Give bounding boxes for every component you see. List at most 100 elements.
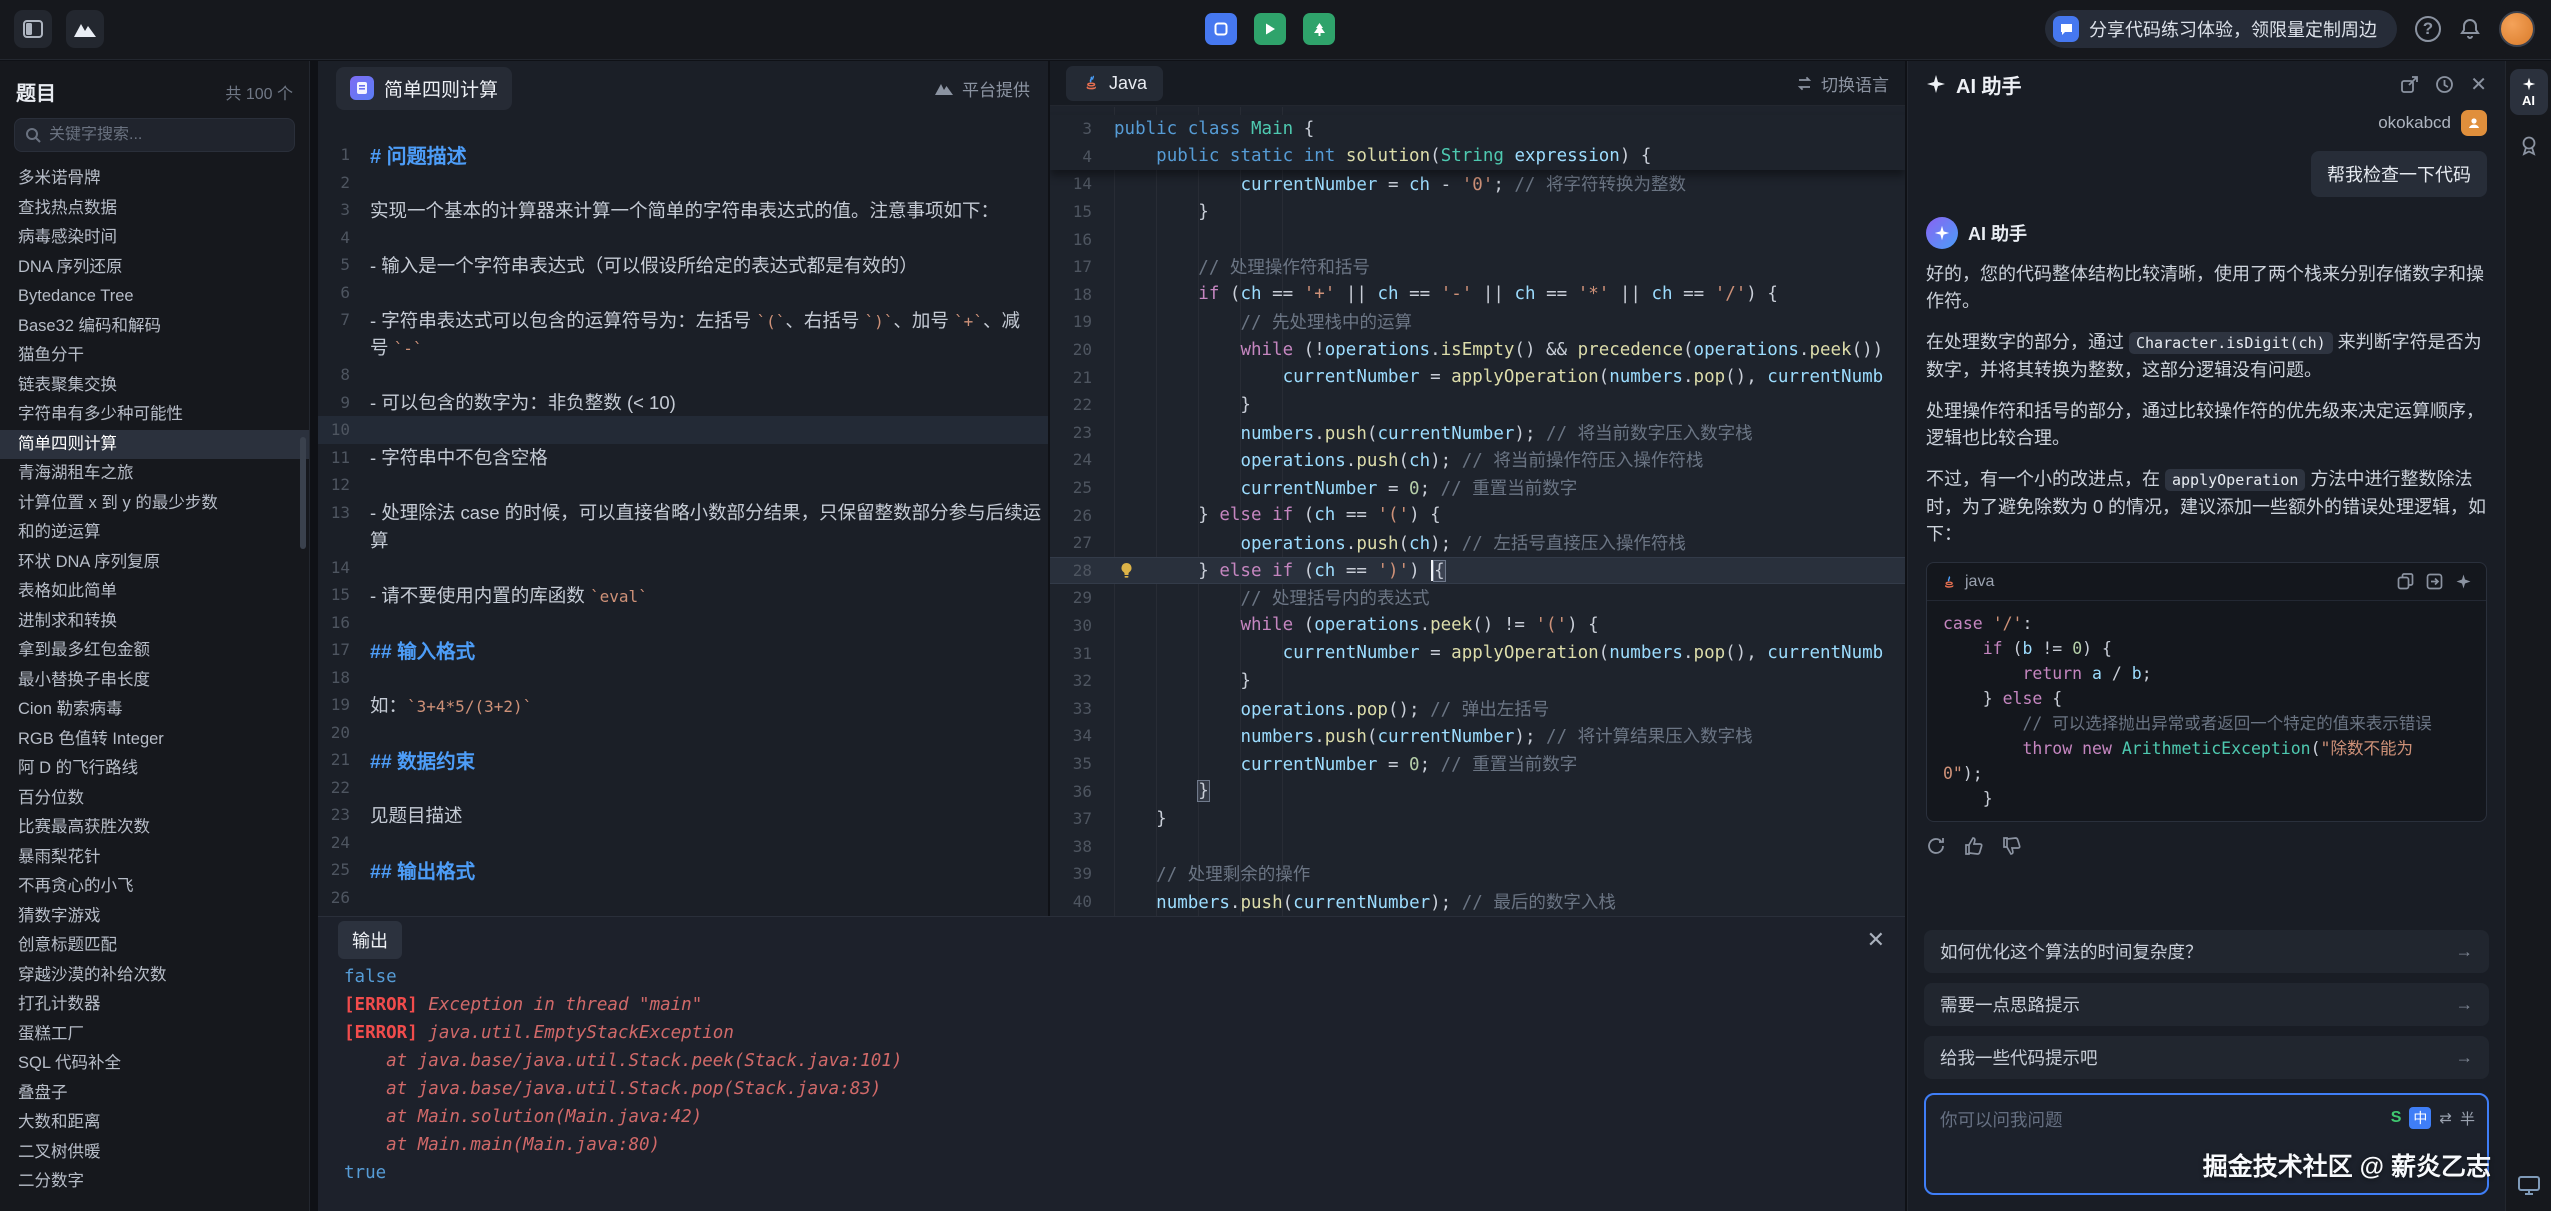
code-line[interactable]: 25 currentNumber = 0; // 重置当前数字 <box>1050 474 1905 502</box>
sidebar-item[interactable]: 二叉树供暖 <box>0 1138 309 1168</box>
code-line[interactable]: 23 numbers.push(currentNumber); // 将当前数字… <box>1050 419 1905 447</box>
sidebar-scrollbar[interactable] <box>300 437 306 549</box>
help-button[interactable]: ? <box>2415 16 2441 42</box>
share-icon[interactable] <box>2400 75 2419 94</box>
code-line[interactable]: 24 operations.push(ch); // 将当前操作符压入操作符栈 <box>1050 446 1905 474</box>
code-line[interactable]: 32 } <box>1050 667 1905 695</box>
monitor-icon[interactable] <box>2517 1173 2541 1197</box>
code-line[interactable]: 22 } <box>1050 391 1905 419</box>
code-line[interactable]: 40 numbers.push(currentNumber); // 最后的数字… <box>1050 888 1905 916</box>
sidebar-item[interactable]: Cion 勒索病毒 <box>0 695 309 725</box>
sidebar-item[interactable]: 表格如此简单 <box>0 577 309 607</box>
code-line[interactable]: 19 // 先处理栈中的运算 <box>1050 308 1905 336</box>
code-line[interactable]: 4 public static int solution(String expr… <box>1050 143 1905 171</box>
code-line: case '/': <box>1943 611 2470 636</box>
sidebar-item[interactable]: 猫鱼分干 <box>0 341 309 371</box>
search-box[interactable] <box>14 118 295 152</box>
sidebar-item[interactable]: 简单四则计算 <box>0 430 309 460</box>
insert-code-icon[interactable] <box>2426 573 2443 590</box>
sidebar-toggle-button[interactable] <box>14 10 52 48</box>
ai-assistant-toggle[interactable]: AI <box>2510 69 2548 115</box>
sidebar-item[interactable]: 最小替换子串长度 <box>0 666 309 696</box>
sidebar-item[interactable]: 病毒感染时间 <box>0 223 309 253</box>
sidebar-item[interactable]: 二分数字 <box>0 1167 309 1197</box>
code-line[interactable]: 29 // 处理括号内的表达式 <box>1050 584 1905 612</box>
code-line[interactable]: 3public class Main { <box>1050 115 1905 143</box>
code-line[interactable]: 37 } <box>1050 805 1905 833</box>
console-tab-output[interactable]: 输出 <box>338 921 402 959</box>
code-line[interactable]: 15 } <box>1050 198 1905 226</box>
code-line[interactable]: 16 <box>1050 225 1905 253</box>
code-line[interactable]: 28 } else if (ch == ')') { <box>1050 557 1905 585</box>
lightbulb-icon[interactable] <box>1118 562 1136 580</box>
sidebar-item[interactable]: 比赛最高获胜次数 <box>0 813 309 843</box>
sidebar-item[interactable]: RGB 色值转 Integer <box>0 725 309 755</box>
code-line[interactable]: 36 } <box>1050 777 1905 805</box>
activity-icon[interactable] <box>2517 133 2541 157</box>
copy-icon[interactable] <box>2397 573 2414 590</box>
history-icon[interactable] <box>2435 75 2454 94</box>
check-my-code-button[interactable]: 帮我检查一下代码 <box>2311 151 2487 197</box>
problem-title-chip[interactable]: 简单四则计算 <box>336 67 512 110</box>
sidebar-item[interactable]: 大数和距离 <box>0 1108 309 1138</box>
code-line[interactable]: 26 } else if (ch == '(') { <box>1050 501 1905 529</box>
suggestion-chip[interactable]: 如何优化这个算法的时间复杂度？→ <box>1924 930 2489 973</box>
sidebar-item[interactable]: 暴雨梨花针 <box>0 843 309 873</box>
sidebar-item[interactable]: 链表聚集交换 <box>0 371 309 401</box>
code-line[interactable]: 35 currentNumber = 0; // 重置当前数字 <box>1050 750 1905 778</box>
sidebar-item[interactable]: 和的逆运算 <box>0 518 309 548</box>
sidebar-item[interactable]: 字符串有多少种可能性 <box>0 400 309 430</box>
thumbs-up-icon[interactable] <box>1964 836 1984 856</box>
code-line[interactable]: 14 currentNumber = ch - '0'; // 将字符转换为整数 <box>1050 170 1905 198</box>
thumbs-down-icon[interactable] <box>2002 836 2022 856</box>
sidebar-item[interactable]: 穿越沙漠的补给次数 <box>0 961 309 991</box>
sidebar-item[interactable]: 拿到最多红包金额 <box>0 636 309 666</box>
sidebar-item[interactable]: 不再贪心的小飞 <box>0 872 309 902</box>
code-line[interactable]: 21 currentNumber = applyOperation(number… <box>1050 363 1905 391</box>
regenerate-icon[interactable] <box>1926 836 1946 856</box>
code-line[interactable]: 30 while (operations.peek() != '(') { <box>1050 612 1905 640</box>
switch-language-button[interactable]: 切换语言 <box>1796 71 1889 96</box>
sidebar-item[interactable]: 阿 D 的飞行路线 <box>0 754 309 784</box>
code-line: } else { <box>1943 686 2470 711</box>
sidebar-item[interactable]: 百分位数 <box>0 784 309 814</box>
user-avatar[interactable] <box>2499 11 2535 47</box>
search-input[interactable] <box>49 126 269 144</box>
sidebar-item[interactable]: 叠盘子 <box>0 1079 309 1109</box>
submit-button[interactable] <box>1303 13 1335 45</box>
bell-icon[interactable] <box>2459 18 2481 40</box>
promo-banner[interactable]: 分享代码练习体验，领限量定制周边 <box>2045 10 2397 48</box>
sidebar-item[interactable]: 蛋糕工厂 <box>0 1020 309 1050</box>
sidebar-item[interactable]: 猜数字游戏 <box>0 902 309 932</box>
code-line[interactable]: 31 currentNumber = applyOperation(number… <box>1050 639 1905 667</box>
ai-close-icon[interactable]: ✕ <box>2470 72 2487 97</box>
console-close-icon[interactable]: ✕ <box>1867 929 1885 951</box>
sidebar-item[interactable]: 多米诺骨牌 <box>0 164 309 194</box>
format-button[interactable] <box>1205 13 1237 45</box>
code-line[interactable]: 34 numbers.push(currentNumber); // 将计算结果… <box>1050 722 1905 750</box>
code-line[interactable]: 38 <box>1050 832 1905 860</box>
code-line[interactable]: 17 // 处理操作符和括号 <box>1050 253 1905 281</box>
code-line[interactable]: 27 operations.push(ch); // 左括号直接压入操作符栈 <box>1050 529 1905 557</box>
sidebar-item[interactable]: DNA 序列还原 <box>0 253 309 283</box>
code-line[interactable]: 18 if (ch == '+' || ch == '-' || ch == '… <box>1050 281 1905 309</box>
code-line[interactable]: 39 // 处理剩余的操作 <box>1050 860 1905 888</box>
sidebar-item[interactable]: SQL 代码补全 <box>0 1049 309 1079</box>
app-logo[interactable] <box>66 10 104 48</box>
apply-icon[interactable] <box>2455 573 2472 590</box>
sidebar-item[interactable]: 打孔计数器 <box>0 990 309 1020</box>
run-button[interactable] <box>1254 13 1286 45</box>
sidebar-item[interactable]: 环状 DNA 序列复原 <box>0 548 309 578</box>
suggestion-chip[interactable]: 给我一些代码提示吧→ <box>1924 1036 2489 1079</box>
sidebar-item[interactable]: 查找热点数据 <box>0 194 309 224</box>
code-line[interactable]: 33 operations.pop(); // 弹出左括号 <box>1050 694 1905 722</box>
sidebar-item[interactable]: 创意标题匹配 <box>0 931 309 961</box>
sidebar-item[interactable]: Base32 编码和解码 <box>0 312 309 342</box>
code-line[interactable]: 20 while (!operations.isEmpty() && prece… <box>1050 336 1905 364</box>
sidebar-item[interactable]: Bytedance Tree <box>0 282 309 312</box>
sidebar-item[interactable]: 进制求和转换 <box>0 607 309 637</box>
tab-java[interactable]: Java <box>1066 66 1163 101</box>
sidebar-item[interactable]: 计算位置 x 到 y 的最少步数 <box>0 489 309 519</box>
suggestion-chip[interactable]: 需要一点思路提示→ <box>1924 983 2489 1026</box>
sidebar-item[interactable]: 青海湖租车之旅 <box>0 459 309 489</box>
